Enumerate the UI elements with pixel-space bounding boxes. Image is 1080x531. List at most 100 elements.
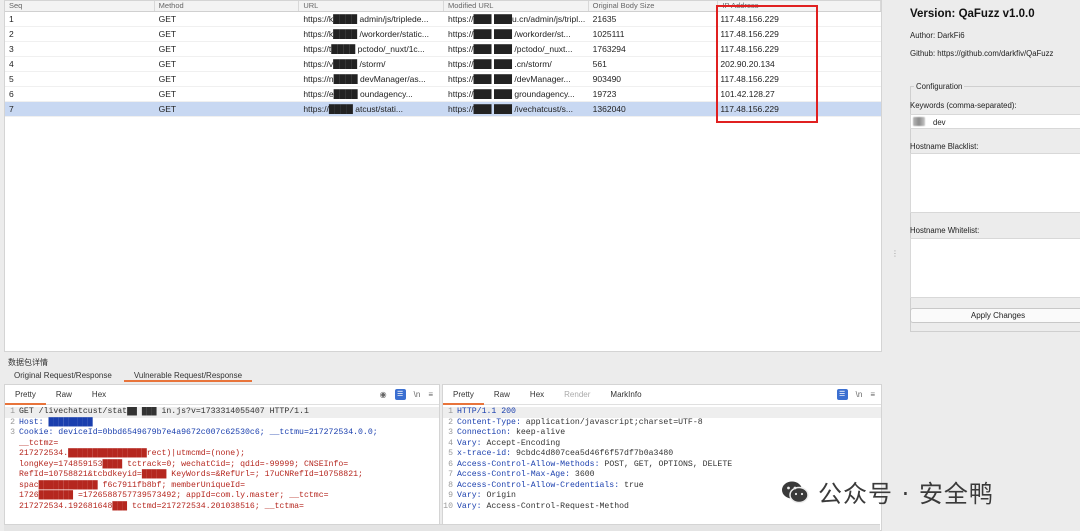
cell-method: GET bbox=[158, 89, 177, 99]
response-header-value: keep-alive bbox=[515, 428, 566, 437]
line-number bbox=[5, 481, 19, 492]
configuration-title: Configuration bbox=[914, 82, 965, 91]
tab-vulnerable-request-response[interactable]: Vulnerable Request/Response bbox=[123, 368, 253, 382]
line-number: 1 bbox=[448, 407, 453, 416]
cell-url: https://v████ /storm/ bbox=[303, 59, 386, 69]
cell-modified-url: https://███ ███ /pctodo/_nuxt... bbox=[448, 44, 573, 54]
table-row[interactable]: 2 GET https://k████ /workorder/static... ht… bbox=[5, 27, 881, 42]
cell-body-size: 21635 bbox=[592, 14, 617, 24]
request-tab-hex[interactable]: Hex bbox=[82, 385, 116, 405]
cell-modified-url: https://███ ███ .cn/storm/ bbox=[448, 59, 552, 69]
response-line: 2 Content-Type: application/javascript;ch… bbox=[443, 418, 881, 429]
response-header-key: Vary: bbox=[457, 491, 487, 500]
table-row[interactable]: 6 GET https://e████ oundagency... https://█… bbox=[5, 87, 881, 102]
cell-seq: 4 bbox=[9, 59, 14, 69]
newline-icon[interactable]: \n bbox=[856, 390, 863, 399]
request-tab-pretty[interactable]: Pretty bbox=[5, 385, 46, 405]
request-editor[interactable]: 1 GET /livechatcust/stat██ ███ in.js?v=17… bbox=[5, 407, 439, 530]
detail-tabs: Original Request/Response Vulnerable Req… bbox=[4, 368, 882, 382]
list-view-icon[interactable]: ☰ bbox=[394, 389, 406, 400]
request-line: RefId=10758821&tcbdkeyid=█████ KeyWords=… bbox=[5, 470, 439, 481]
request-line-text: spac████████████ f6c7911fb8bf; memberUni… bbox=[19, 480, 246, 490]
table-header: Seq Method URL Modified URL Original Bod… bbox=[5, 1, 881, 12]
response-tab-raw[interactable]: Raw bbox=[484, 385, 520, 405]
cell-url: https://n████ devManager/as... bbox=[303, 74, 426, 84]
cell-url: https://████ atcust/stati... bbox=[303, 104, 404, 114]
table-row[interactable]: 3 GET https://t████ pctodo/_nuxt/1c... http… bbox=[5, 42, 881, 57]
request-line-text: __tctmz= bbox=[19, 438, 59, 448]
wechat-logo-icon bbox=[782, 481, 809, 503]
request-tab-raw[interactable]: Raw bbox=[46, 385, 82, 405]
line-number bbox=[5, 502, 19, 513]
table-row[interactable]: 1 GET https://k████ admin/js/triplede... ht… bbox=[5, 12, 881, 27]
line-number bbox=[5, 470, 19, 481]
bottom-search-bar bbox=[4, 524, 880, 531]
response-line: 5 x-trace-id: 9cbdc4d807cea5d46f6f57df7b0… bbox=[443, 449, 881, 460]
line-number: 5 bbox=[448, 449, 453, 458]
cell-modified-url: https://███ ███u.cn/admin/js/tripl... bbox=[448, 14, 586, 24]
response-editor[interactable]: 1 HTTP/1.1 200 2 Content-Type: application/… bbox=[443, 407, 881, 530]
response-header-value: POST, GET, OPTIONS, DELETE bbox=[604, 459, 733, 469]
header-method[interactable]: Method bbox=[155, 1, 300, 11]
response-tab-render[interactable]: Render bbox=[554, 385, 600, 405]
cell-seq: 1 bbox=[9, 14, 14, 24]
response-tab-pretty[interactable]: Pretty bbox=[443, 385, 484, 405]
header-ip[interactable]: IP Address bbox=[718, 1, 881, 11]
header-modified-url[interactable]: Modified URL bbox=[444, 1, 589, 11]
hostname-whitelist-textarea[interactable] bbox=[910, 238, 1080, 298]
header-url[interactable]: URL bbox=[299, 1, 444, 11]
line-number: 2 bbox=[448, 417, 453, 427]
newline-icon[interactable]: \n bbox=[414, 390, 421, 399]
response-tab-markinfo[interactable]: MarkInfo bbox=[600, 385, 651, 405]
request-view-tabs: Pretty Raw Hex ◉ ☰ \n ≡ bbox=[5, 385, 439, 405]
plugin-github: Github: https://github.com/darkfiv/QaFuz… bbox=[910, 49, 1054, 58]
eye-off-icon[interactable]: ◉ bbox=[380, 390, 387, 399]
response-header-key: Connection: bbox=[457, 428, 516, 437]
keywords-input[interactable]: dev bbox=[910, 114, 1080, 129]
cell-modified-url: https://███ ███ /ivechatcust/s... bbox=[448, 104, 573, 114]
response-header-key: Access-Control-Allow-Credentials: bbox=[457, 480, 625, 490]
request-line: 3 Cookie: deviceId=0bbd6549679b7e4a9672c0… bbox=[5, 428, 439, 439]
response-tab-hex[interactable]: Hex bbox=[520, 385, 554, 405]
cell-seq: 2 bbox=[9, 29, 14, 39]
response-header-key: Vary: bbox=[457, 438, 487, 448]
list-view-icon[interactable]: ☰ bbox=[836, 389, 848, 400]
cell-body-size: 1763294 bbox=[592, 44, 626, 54]
response-view-tabs: Pretty Raw Hex Render MarkInfo ☰ \n ≡ bbox=[443, 385, 881, 405]
table-body: 1 GET https://k████ admin/js/triplede... ht… bbox=[5, 12, 881, 117]
request-line-text: 217272534.████████████████rect)|utmcmd=(… bbox=[19, 449, 246, 458]
response-header-key: Content-Type: bbox=[457, 417, 526, 427]
cell-url: https://k████ /workorder/static... bbox=[303, 29, 429, 39]
response-line: 3 Connection: keep-alive bbox=[443, 428, 881, 439]
cell-method: GET bbox=[158, 59, 177, 69]
menu-icon[interactable]: ≡ bbox=[870, 390, 875, 399]
response-header-key: Access-Control-Allow-Methods: bbox=[457, 459, 605, 469]
cell-ip: 202.90.20.134 bbox=[720, 59, 775, 69]
hostname-blacklist-textarea[interactable] bbox=[910, 153, 1080, 213]
cell-ip: 117.48.156.229 bbox=[720, 14, 779, 24]
line-number: 9 bbox=[448, 491, 453, 500]
tab-original-request-response[interactable]: Original Request/Response bbox=[4, 368, 122, 382]
panel-splitter[interactable]: ⋮ bbox=[884, 0, 904, 531]
line-number bbox=[5, 460, 19, 471]
response-header-key: Vary: bbox=[457, 501, 487, 511]
request-line-text: longKey=174859153████ tctrack=0; wechatC… bbox=[19, 459, 349, 469]
table-row[interactable]: 7 GET https://████ atcust/stati... https://… bbox=[5, 102, 881, 117]
menu-icon[interactable]: ≡ bbox=[428, 390, 433, 399]
redacted-keyword bbox=[913, 117, 925, 126]
cell-seq: 7 bbox=[9, 104, 14, 114]
detail-section-title: 数据包详情 bbox=[8, 358, 48, 367]
header-body-size[interactable]: Original Body Size bbox=[589, 1, 719, 11]
header-seq[interactable]: Seq bbox=[5, 1, 155, 11]
table-row[interactable]: 4 GET https://v████ /storm/https://███ ███… bbox=[5, 57, 881, 72]
cell-method: GET bbox=[158, 44, 177, 54]
response-line: 4 Vary: Accept-Encoding bbox=[443, 439, 881, 450]
cell-ip: 117.48.156.229 bbox=[720, 29, 779, 39]
cell-body-size: 1025111 bbox=[592, 29, 625, 39]
request-line-text: Cookie: deviceId=0bbd6549679b7e4a9672c00… bbox=[19, 428, 378, 437]
response-header-value: 9cbdc4d807cea5d46f6f57df7b0a3480 bbox=[515, 449, 674, 458]
apply-changes-button[interactable]: Apply Changes bbox=[910, 308, 1080, 323]
table-row[interactable]: 5 GET https://n████ devManager/as... https:… bbox=[5, 72, 881, 87]
cell-modified-url: https://███ ███ groundagency... bbox=[448, 89, 575, 99]
plugin-version: Version: QaFuzz v1.0.0 bbox=[910, 8, 1035, 20]
